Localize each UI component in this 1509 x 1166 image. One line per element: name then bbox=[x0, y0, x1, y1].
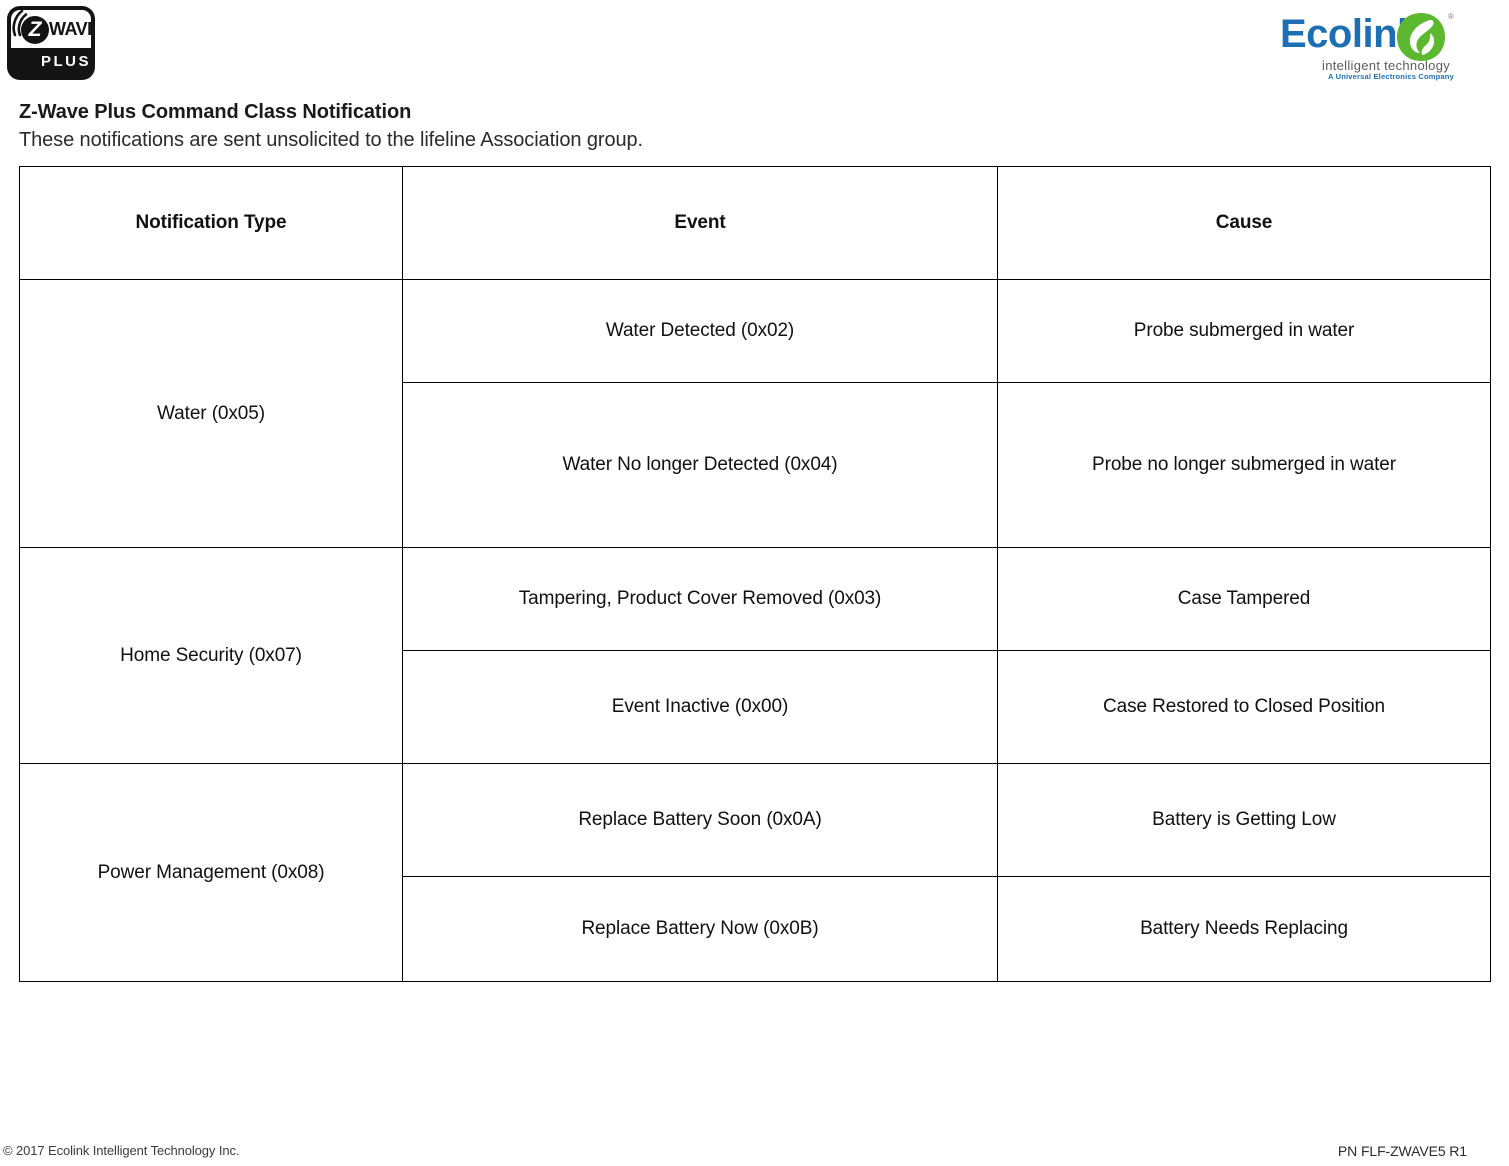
table-row: Power Management (0x08) Replace Battery … bbox=[19, 763, 1491, 982]
zwave-plus-logo: Z WAVE PLUS bbox=[7, 6, 95, 80]
zwave-plus-text: PLUS bbox=[41, 53, 92, 70]
cell-cause: Case Tampered bbox=[997, 547, 1491, 651]
table-row: Home Security (0x07) Tampering, Product … bbox=[19, 547, 1491, 764]
cell-event: Water Detected (0x02) bbox=[402, 279, 998, 383]
column-header-event: Event bbox=[402, 166, 998, 280]
intro-block: Z-Wave Plus Command Class Notification T… bbox=[19, 98, 1419, 154]
cell-notification-type: Water (0x05) bbox=[19, 279, 403, 548]
cell-event: Event Inactive (0x00) bbox=[402, 650, 998, 764]
cell-event: Replace Battery Soon (0x0A) bbox=[402, 763, 998, 877]
cell-cause: Probe no longer submerged in water bbox=[997, 382, 1491, 548]
cell-cause: Probe submerged in water bbox=[997, 279, 1491, 383]
footer-copyright: © 2017 Ecolink Intelligent Technology In… bbox=[3, 1143, 240, 1158]
zwave-z-mark: Z bbox=[21, 16, 49, 44]
ecolink-subtagline: A Universal Electronics Company bbox=[1328, 72, 1454, 81]
page-title: Z-Wave Plus Command Class Notification bbox=[19, 101, 412, 123]
table-header-row: Notification Type Event Cause bbox=[19, 166, 1491, 280]
leaf-icon bbox=[1397, 13, 1445, 61]
page-subtitle: These notifications are sent unsolicited… bbox=[19, 129, 643, 151]
column-header-cause: Cause bbox=[997, 166, 1491, 280]
cell-cause: Battery is Getting Low bbox=[997, 763, 1491, 877]
cell-event: Replace Battery Now (0x0B) bbox=[402, 876, 998, 982]
cell-event: Water No longer Detected (0x04) bbox=[402, 382, 998, 548]
registered-trademark-icon: ® bbox=[1448, 12, 1454, 21]
column-header-notification-type: Notification Type bbox=[19, 166, 403, 280]
notification-table: Notification Type Event Cause Water (0x0… bbox=[19, 166, 1491, 982]
cell-notification-type: Home Security (0x07) bbox=[19, 547, 403, 764]
page-footer: © 2017 Ecolink Intelligent Technology In… bbox=[0, 1143, 1509, 1166]
page-header: Z WAVE PLUS Ecolink ® intelligent techno… bbox=[0, 0, 1509, 92]
zwave-wave-text: WAVE bbox=[49, 19, 95, 39]
cell-notification-type: Power Management (0x08) bbox=[19, 763, 403, 982]
ecolink-tagline: intelligent technology bbox=[1322, 58, 1451, 73]
cell-cause: Battery Needs Replacing bbox=[997, 876, 1491, 982]
cell-event: Tampering, Product Cover Removed (0x03) bbox=[402, 547, 998, 651]
table-row: Water (0x05) Water Detected (0x02) Probe… bbox=[19, 279, 1491, 548]
ecolink-logo: Ecolink ® intelligent technology A Unive… bbox=[1280, 8, 1470, 81]
footer-part-number: PN FLF-ZWAVE5 R1 bbox=[1337, 1143, 1467, 1159]
cell-cause: Case Restored to Closed Position bbox=[997, 650, 1491, 764]
